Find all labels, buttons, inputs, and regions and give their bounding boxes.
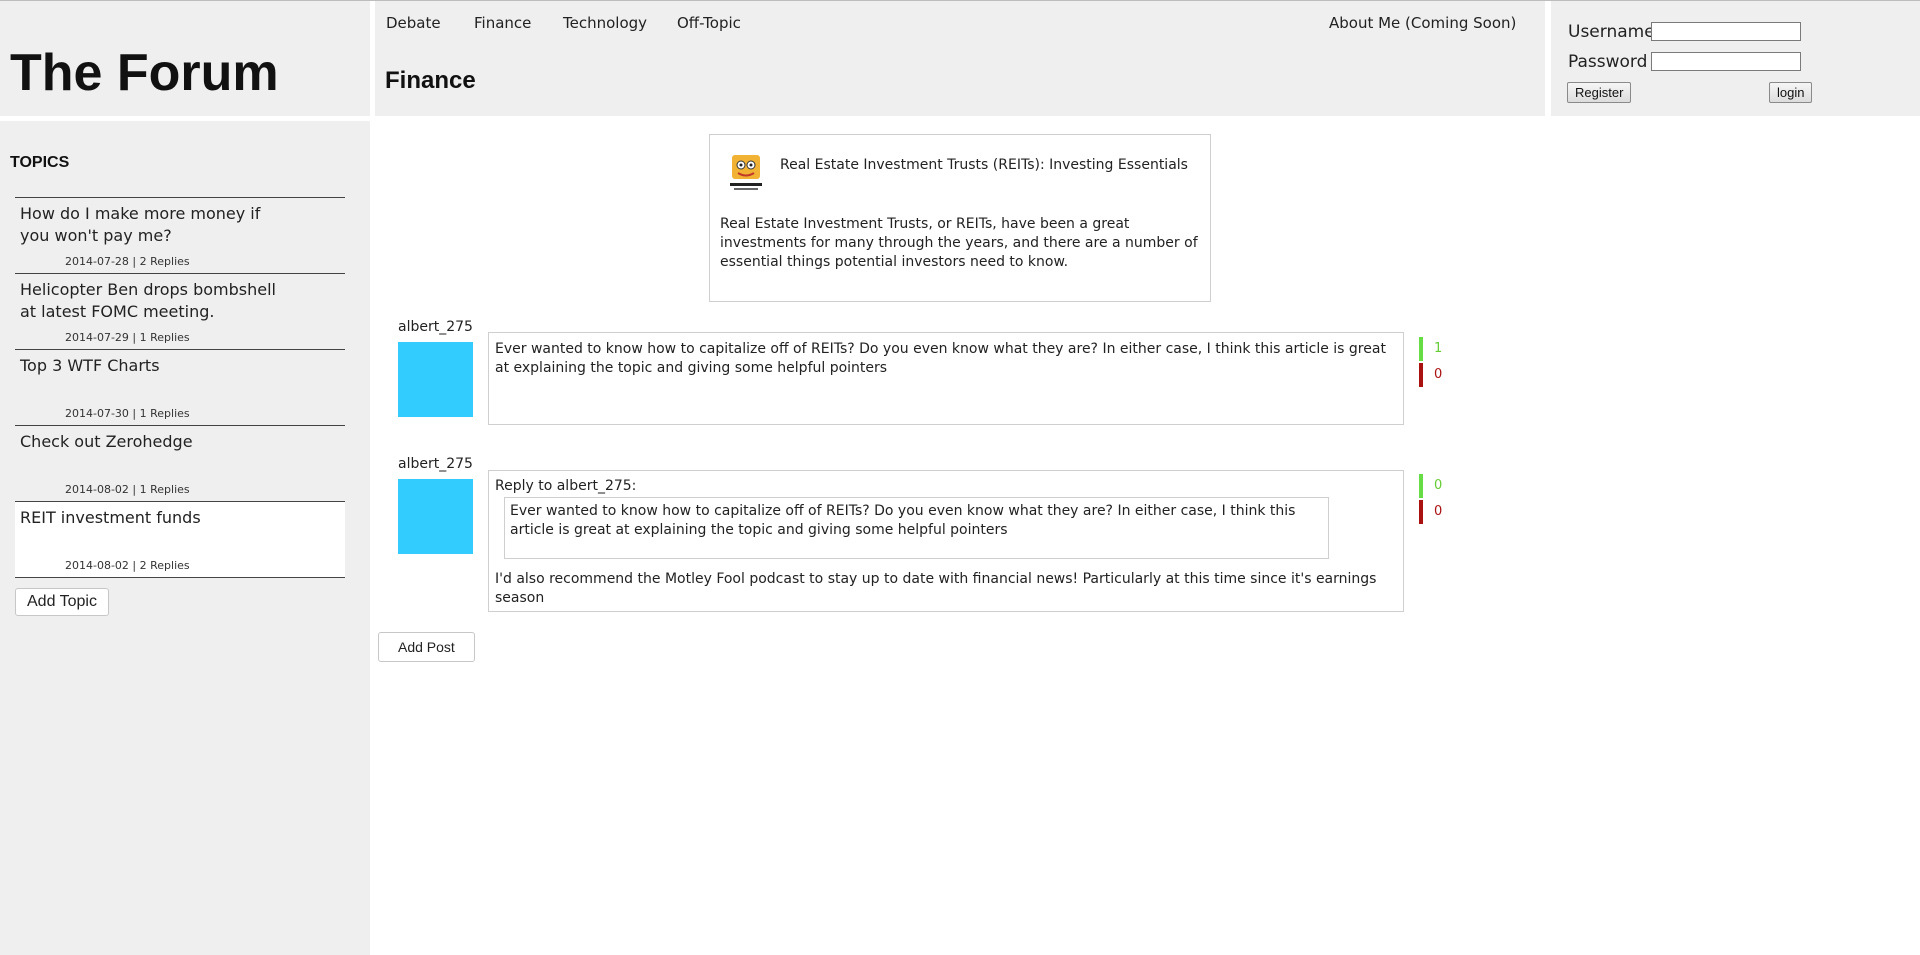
article-summary: Real Estate Investment Trusts, or REITs,… xyxy=(720,216,1198,270)
topic-item[interactable]: How do I make more money if you won't pa… xyxy=(15,198,345,274)
topic-meta: 2014-08-02 | 1 Replies xyxy=(65,483,190,496)
post-author[interactable]: albert_275 xyxy=(398,456,473,472)
downvote-count: 0 xyxy=(1434,367,1443,382)
register-button[interactable]: Register xyxy=(1567,82,1632,103)
upvote-bar xyxy=(1419,337,1423,361)
username-field[interactable] xyxy=(1651,22,1801,41)
topic-meta: 2014-08-02 | 2 Replies xyxy=(65,559,190,572)
upvote-count: 0 xyxy=(1434,478,1443,493)
topic-item-active[interactable]: REIT investment funds 2014-08-02 | 2 Rep… xyxy=(15,502,345,578)
nav-header: Debate Finance Technology Off-Topic Abou… xyxy=(375,1,1545,116)
site-title: The Forum xyxy=(10,44,279,102)
post-text: Ever wanted to know how to capitalize of… xyxy=(495,341,1386,376)
nav-item-technology[interactable]: Technology xyxy=(563,14,647,32)
add-topic-button[interactable]: Add Topic xyxy=(15,588,109,616)
topic-title: How do I make more money if you won't pa… xyxy=(20,204,261,245)
topic-meta: 2014-07-30 | 1 Replies xyxy=(65,407,190,420)
nav-item-debate[interactable]: Debate xyxy=(386,14,441,32)
topic-item[interactable]: Helicopter Ben drops bombshell at latest… xyxy=(15,274,345,350)
reply-to-label: Reply to albert_275: xyxy=(495,478,637,494)
downvote-button[interactable]: 0 xyxy=(1419,363,1443,387)
topic-item[interactable]: Top 3 WTF Charts 2014-07-30 | 1 Replies xyxy=(15,350,345,426)
post-author[interactable]: albert_275 xyxy=(398,319,473,335)
downvote-bar xyxy=(1419,500,1423,524)
upvote-count: 1 xyxy=(1434,341,1443,356)
password-label: Password xyxy=(1568,52,1648,72)
nav-item-finance[interactable]: Finance xyxy=(474,14,531,32)
add-post-button[interactable]: Add Post xyxy=(378,632,475,662)
brand-header: The Forum xyxy=(0,1,370,116)
post-text: I'd also recommend the Motley Fool podca… xyxy=(495,571,1377,606)
motley-fool-logo-icon xyxy=(726,153,766,193)
topic-title: Check out Zerohedge xyxy=(20,432,193,451)
topics-heading: TOPICS xyxy=(10,154,70,171)
quote-text: Ever wanted to know how to capitalize of… xyxy=(510,503,1296,538)
topic-meta: 2014-07-29 | 1 Replies xyxy=(65,331,190,344)
password-field[interactable] xyxy=(1651,52,1801,71)
topic-title: REIT investment funds xyxy=(20,508,201,527)
upvote-button[interactable]: 0 xyxy=(1419,474,1443,498)
topic-title: Helicopter Ben drops bombshell at latest… xyxy=(20,280,276,321)
upvote-button[interactable]: 1 xyxy=(1419,337,1443,361)
downvote-button[interactable]: 0 xyxy=(1419,500,1443,524)
article-title[interactable]: Real Estate Investment Trusts (REITs): I… xyxy=(780,157,1188,173)
sidebar: TOPICS How do I make more money if you w… xyxy=(0,121,370,955)
upvote-bar xyxy=(1419,474,1423,498)
downvote-count: 0 xyxy=(1434,504,1443,519)
quoted-post: Ever wanted to know how to capitalize of… xyxy=(504,497,1329,559)
nav-item-about[interactable]: About Me (Coming Soon) xyxy=(1329,14,1516,32)
nav-item-off-topic[interactable]: Off-Topic xyxy=(677,14,741,32)
page-title: Finance xyxy=(385,67,476,94)
avatar xyxy=(398,479,473,554)
downvote-bar xyxy=(1419,363,1423,387)
topic-item[interactable]: Check out Zerohedge 2014-08-02 | 1 Repli… xyxy=(15,426,345,502)
avatar xyxy=(398,342,473,417)
topic-list: How do I make more money if you won't pa… xyxy=(15,197,345,578)
topic-title: Top 3 WTF Charts xyxy=(20,356,160,375)
topic-meta: 2014-07-28 | 2 Replies xyxy=(65,255,190,268)
username-label: Username xyxy=(1568,22,1655,42)
post-body: Reply to albert_275: Ever wanted to know… xyxy=(488,470,1404,612)
login-button[interactable]: login xyxy=(1769,82,1813,103)
login-panel: Username Password Register login xyxy=(1551,1,1920,116)
article-card[interactable]: Real Estate Investment Trusts (REITs): I… xyxy=(709,134,1211,302)
post-body: Ever wanted to know how to capitalize of… xyxy=(488,332,1404,425)
